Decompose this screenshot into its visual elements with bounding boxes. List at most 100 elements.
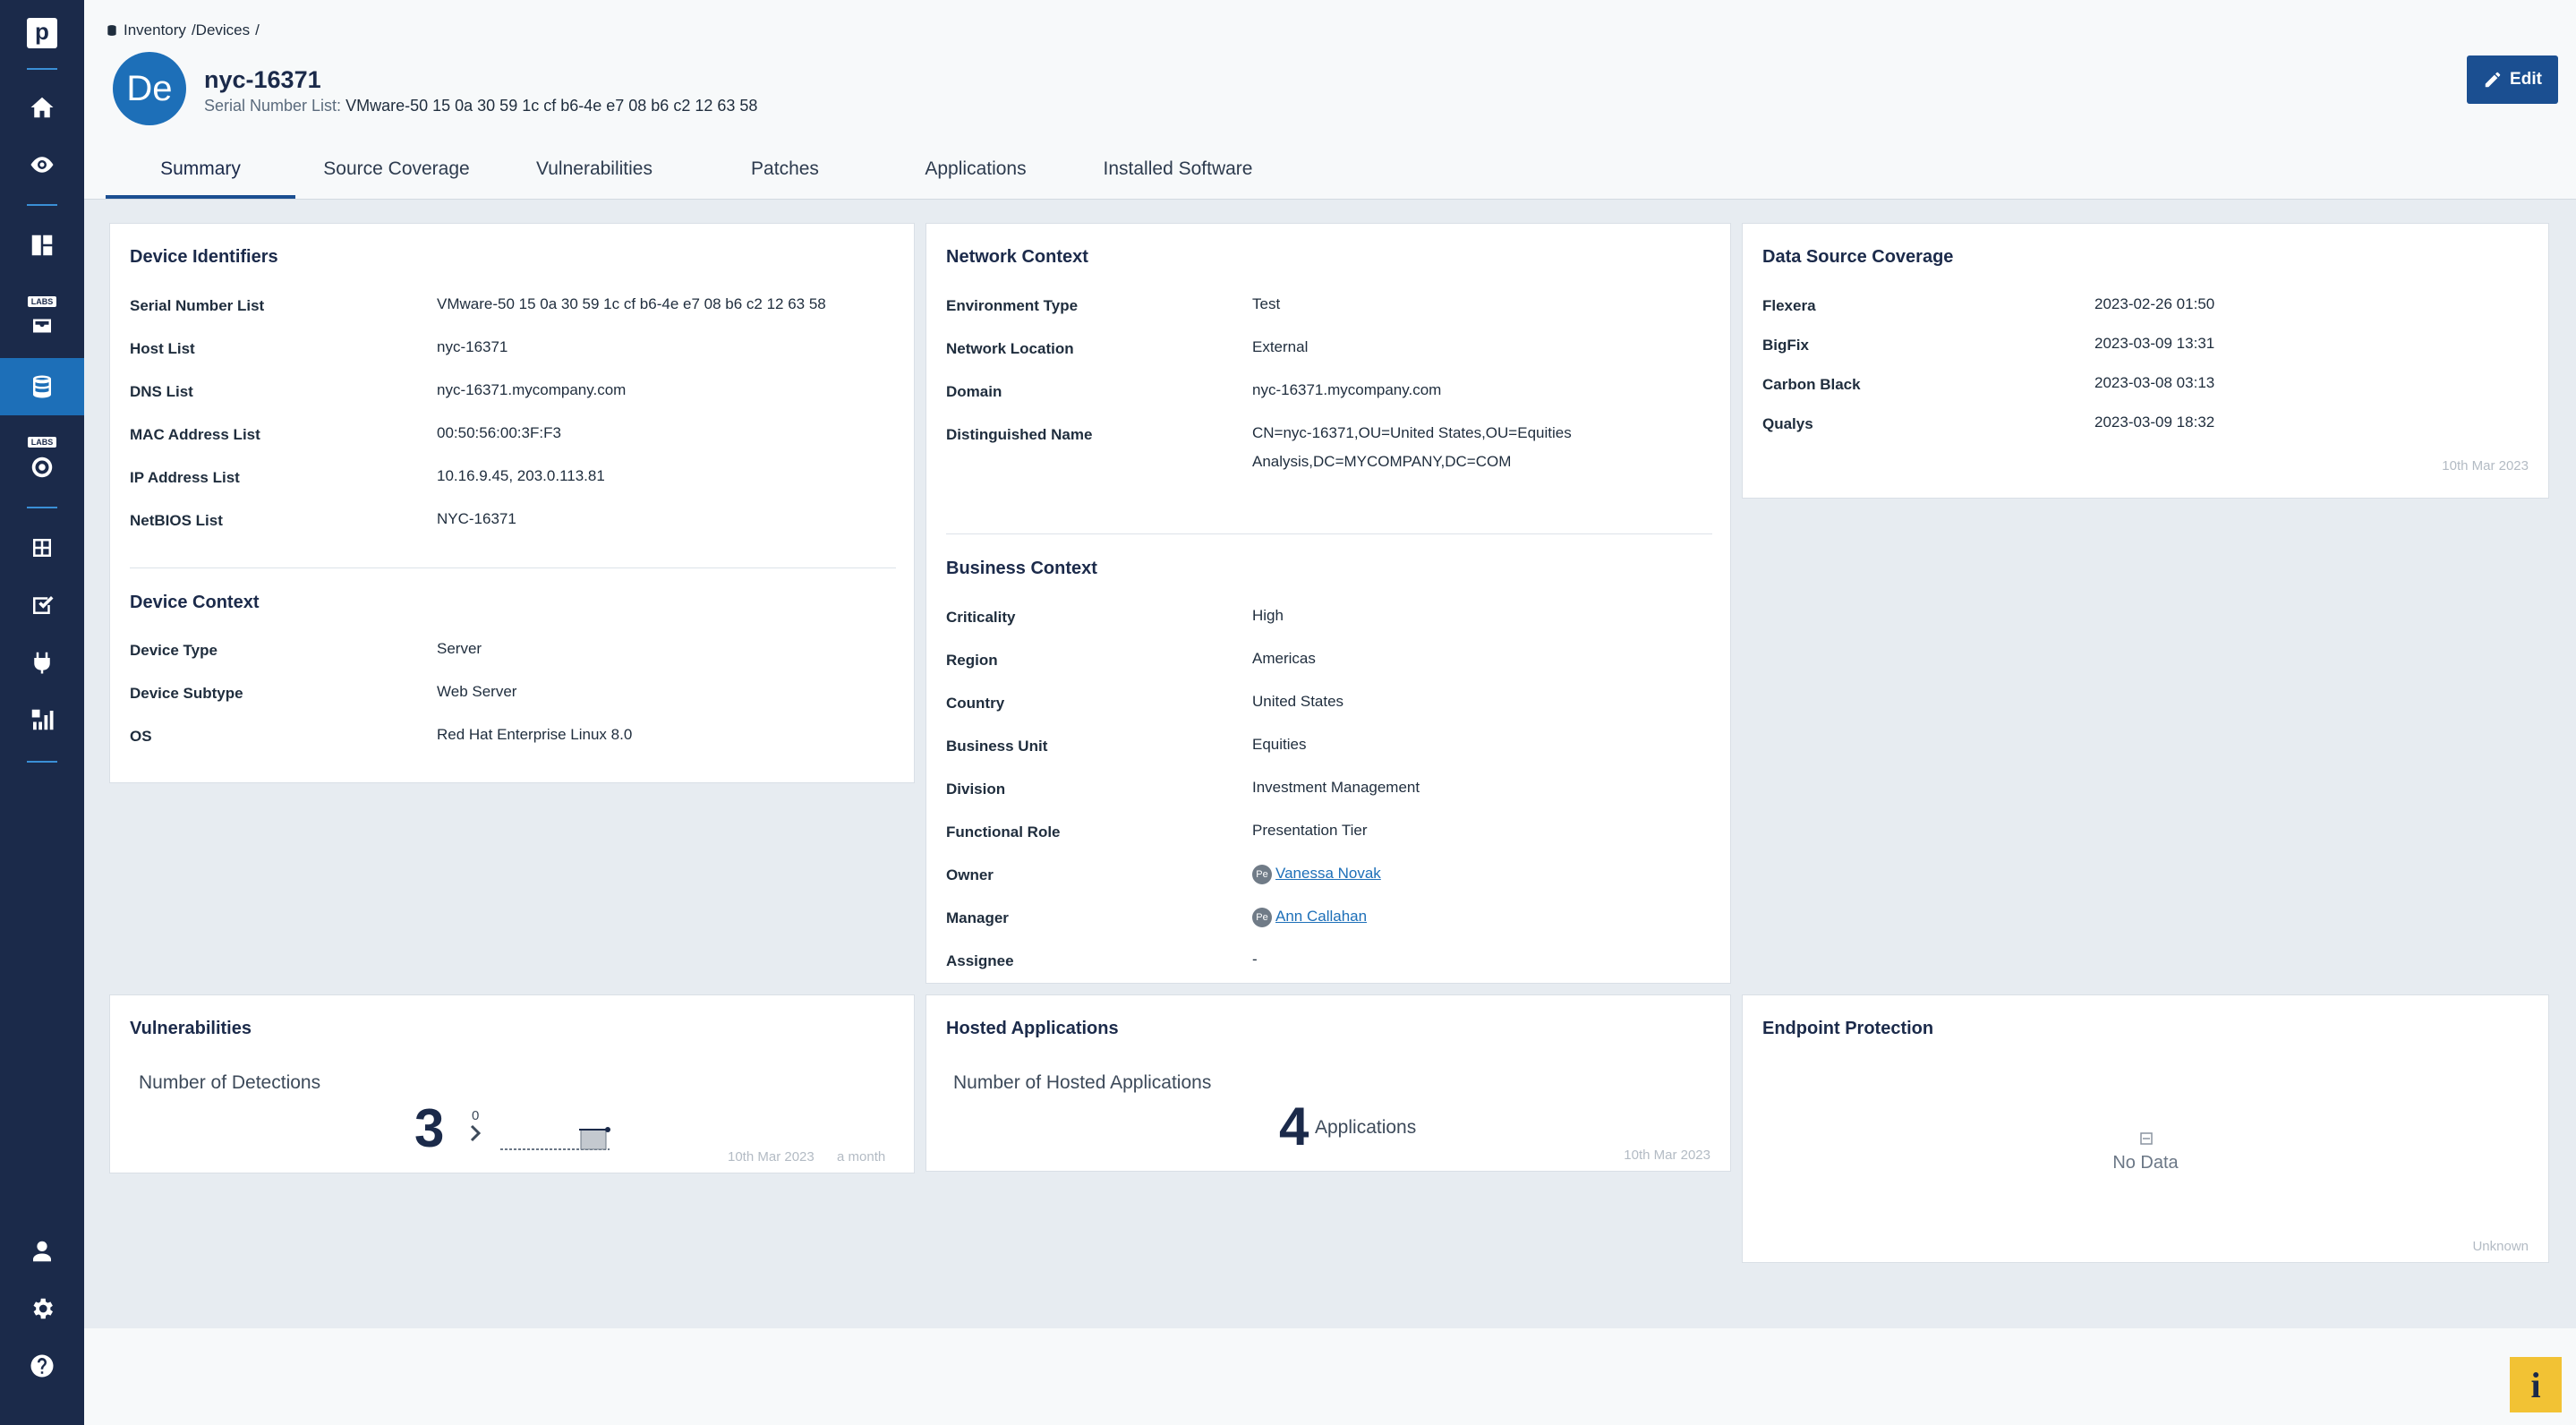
home-icon [30,97,54,118]
eye-icon [30,157,54,173]
device-identifiers-title: Device Identifiers [130,247,278,267]
gear-icon [33,1298,54,1319]
field-label: Functional Role [946,823,1061,840]
summary-content: Device Identifiers Serial Number List VM… [84,199,2576,1328]
field-value-continued: Analysis,DC=MYCOMPANY,DC=COM [1252,453,1512,470]
field-value: Presentation Tier [1252,822,1368,839]
sidebar-item-calculator[interactable] [0,519,84,576]
database-icon [107,25,116,36]
sidebar-item-settings[interactable] [0,1280,84,1337]
updated-date: 10th Mar 2023 [728,1149,815,1165]
source-date: 2023-02-26 01:50 [2094,295,2215,312]
page-title: nyc-16371 [204,66,321,93]
field-value: Server [437,640,482,657]
breadcrumb-separator: / [255,21,260,38]
detections-count[interactable]: 3 [414,1097,444,1159]
field-value: CN=nyc-16371,OU=United States,OU=Equitie… [1252,424,1572,441]
data-source-coverage-title: Data Source Coverage [1762,247,1954,267]
sidebar-item-integrations[interactable] [0,634,84,691]
field-value: High [1252,607,1284,624]
sidebar-item-profile[interactable] [0,1223,84,1280]
owner-value: Pe Vanessa Novak [1252,859,1381,888]
field-label: Manager [946,909,1009,926]
hosted-applications-count[interactable]: 4 [1279,1096,1309,1157]
source-date: 2023-03-09 13:31 [2094,335,2215,352]
tab-bar: Summary Source Coverage Vulnerabilities … [106,150,1284,199]
sidebar-item-explore[interactable] [0,136,84,193]
vulnerabilities-card: Vulnerabilities Number of Detections 3 0… [109,994,915,1173]
manager-link[interactable]: Ann Callahan [1275,908,1367,925]
user-icon [33,1241,51,1262]
field-value: nyc-16371.mycompany.com [437,381,627,398]
field-label: DNS List [130,383,193,400]
network-context-title: Network Context [946,247,1088,267]
field-value: Americas [1252,650,1316,667]
breadcrumb-devices[interactable]: /Devices [192,21,250,39]
sidebar-item-reports[interactable] [0,691,84,748]
chart-settings-icon [31,709,54,730]
field-label: Owner [946,866,994,883]
tab-installed-software[interactable]: Installed Software [1072,150,1284,199]
network-context-card: Network Context Environment Type Test Ne… [925,223,1731,984]
sidebar: p LABS LABS [0,0,84,1425]
tab-summary[interactable]: Summary [106,150,295,199]
tab-applications[interactable]: Applications [879,150,1072,199]
hosted-applications-title: Hosted Applications [946,1019,1119,1038]
sidebar-divider [27,761,57,763]
no-data-text: No Data [2112,1153,2179,1173]
section-divider [946,533,1712,534]
sidebar-divider [27,507,57,508]
page-header: Inventory /Devices / De nyc-16371 Serial… [84,0,2576,199]
info-icon: i [2530,1364,2541,1405]
page-footer [84,1328,2576,1425]
breadcrumb-inventory[interactable]: Inventory [124,21,186,39]
field-label: Assignee [946,952,1014,969]
field-value: United States [1252,693,1344,710]
plug-icon [34,652,50,674]
tab-source-coverage[interactable]: Source Coverage [295,150,498,199]
field-label: Environment Type [946,297,1079,314]
field-value: - [1252,951,1258,968]
field-label: Serial Number List [130,297,265,314]
field-value: nyc-16371 [437,338,508,355]
source-label: BigFix [1762,337,1809,354]
sidebar-divider [27,204,57,206]
field-label: Division [946,781,1006,798]
source-label: Qualys [1762,415,1813,432]
hosted-applications-unit: Applications [1315,1117,1417,1138]
page-subtitle: Serial Number List: VMware-50 15 0a 30 5… [204,97,757,115]
field-value: Equities [1252,736,1307,753]
field-label: Network Location [946,340,1074,357]
target-icon [31,457,53,478]
tab-vulnerabilities[interactable]: Vulnerabilities [498,150,691,199]
sidebar-item-home[interactable] [0,79,84,136]
field-value: Web Server [437,683,517,700]
checkbox-icon [33,596,54,614]
sidebar-item-labs-inbox[interactable] [0,301,84,351]
section-divider [130,567,896,568]
help-circle-icon [30,1354,54,1378]
info-help-button[interactable]: i [2510,1357,2562,1412]
edit-button[interactable]: Edit [2467,55,2558,104]
sidebar-divider [27,68,57,70]
device-context-title: Device Context [130,593,260,612]
serial-label: Serial Number List: [204,97,342,115]
sidebar-item-help[interactable] [0,1337,84,1395]
inbox-icon [33,319,51,333]
updated-date: 10th Mar 2023 [2442,458,2529,474]
source-date: 2023-03-08 03:13 [2094,374,2215,391]
hosted-applications-label: Number of Hosted Applications [953,1072,1212,1093]
sidebar-item-tasks[interactable] [0,576,84,634]
field-value: 10.16.9.45, 203.0.113.81 [437,467,605,484]
owner-link[interactable]: Vanessa Novak [1275,865,1381,882]
device-identifiers-card: Device Identifiers Serial Number List VM… [109,223,915,783]
status-text: Unknown [2472,1239,2529,1254]
sidebar-item-dashboards[interactable] [0,217,84,274]
detections-delta: 0 [472,1108,480,1123]
database-icon [33,375,51,398]
sidebar-item-labs-target[interactable] [0,442,84,492]
app-logo[interactable]: p [27,18,57,48]
sidebar-item-inventory[interactable] [0,358,84,415]
sparkline [500,1127,610,1150]
tab-patches[interactable]: Patches [691,150,879,199]
